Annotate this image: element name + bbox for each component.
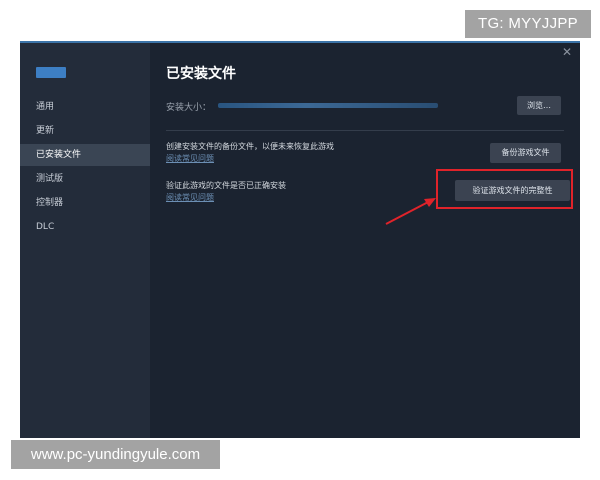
sidebar: 通用 更新 已安装文件 测试版 控制器 DLC: [20, 43, 150, 438]
highlight-box: [436, 169, 573, 209]
game-logo-icon: [36, 67, 66, 78]
verify-description: 验证此游戏的文件是否已正确安装: [166, 181, 286, 190]
sidebar-item-installed-files[interactable]: 已安装文件: [20, 144, 150, 166]
main-content: ✕ 已安装文件 安装大小： 浏览… 创建安装文件的备份文件，以便未来恢复此游戏 …: [150, 43, 580, 438]
watermark-bottom: www.pc-yundingyule.com: [11, 440, 220, 469]
sidebar-item-dlc[interactable]: DLC: [20, 216, 150, 238]
backup-description: 创建安装文件的备份文件，以便未来恢复此游戏: [166, 142, 334, 151]
properties-window: 通用 更新 已安装文件 测试版 控制器 DLC ✕ 已安装文件 安装大小： 浏览…: [20, 41, 580, 438]
sidebar-item-betas[interactable]: 测试版: [20, 168, 150, 190]
sidebar-item-general[interactable]: 通用: [20, 96, 150, 118]
verify-faq-link[interactable]: 阅读常见问题: [166, 192, 214, 203]
watermark-top: TG: MYYJJPP: [465, 10, 591, 38]
backup-faq-link[interactable]: 阅读常见问题: [166, 153, 214, 164]
page-title: 已安装文件: [166, 66, 236, 82]
install-size-label: 安装大小：: [166, 103, 212, 113]
close-icon[interactable]: ✕: [562, 45, 572, 59]
backup-game-files-button[interactable]: 备份游戏文件: [490, 143, 561, 163]
sidebar-item-updates[interactable]: 更新: [20, 120, 150, 142]
install-size-value-blurred: [218, 103, 438, 108]
sidebar-item-controller[interactable]: 控制器: [20, 192, 150, 214]
divider: [166, 130, 564, 131]
annotation-arrow-icon: [385, 198, 436, 225]
browse-button[interactable]: 浏览…: [517, 96, 561, 115]
